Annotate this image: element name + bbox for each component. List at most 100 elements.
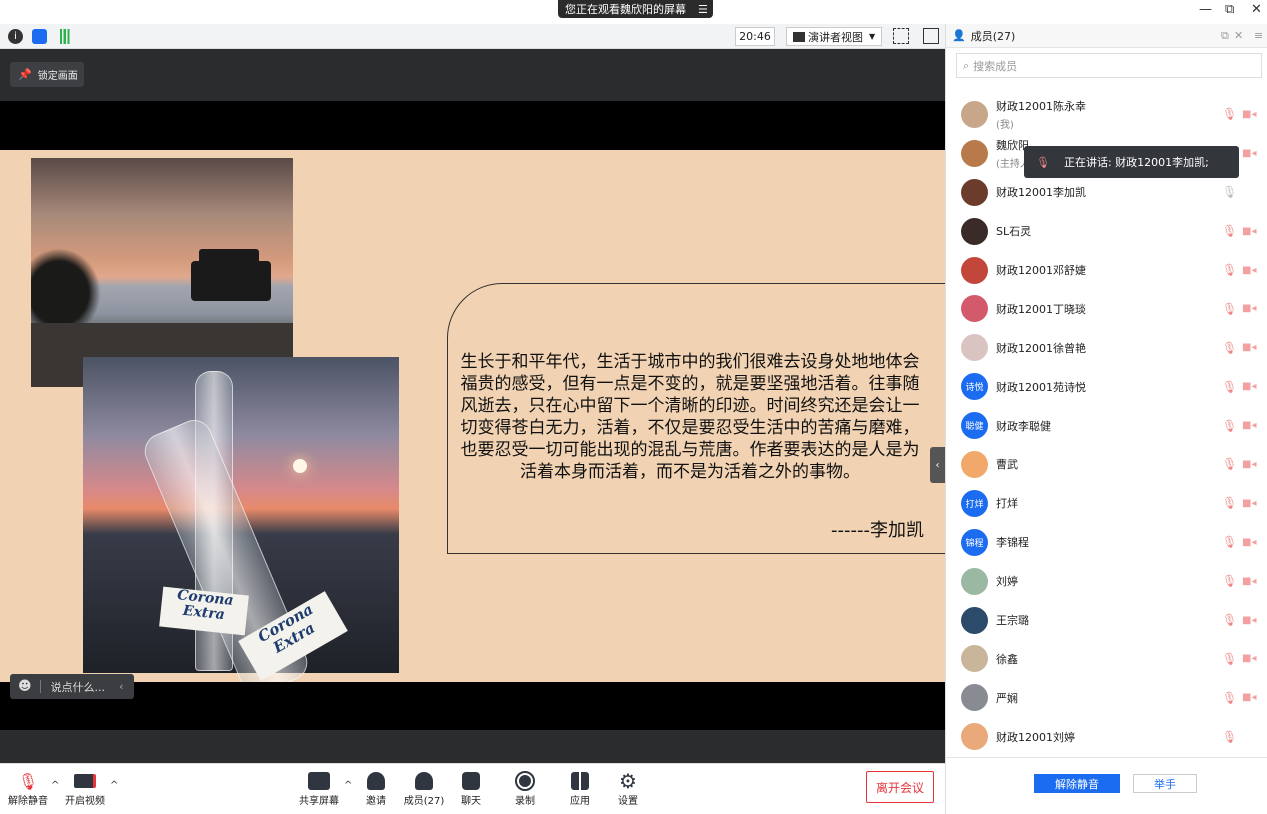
menu-icon[interactable]: ≡ <box>1254 29 1263 42</box>
mic-muted-icon[interactable]: 🎙 <box>1222 302 1237 316</box>
minimize-button[interactable]: — <box>1199 2 1212 17</box>
chat-input-bar[interactable]: ☻ 说点什么... ‹ <box>10 674 134 699</box>
member-row[interactable]: SL石灵 🎙 ■◂ <box>946 212 1267 251</box>
mic-muted-icon[interactable]: 🎙 <box>1222 224 1237 238</box>
fullscreen-icon[interactable] <box>893 28 909 44</box>
camera-off-icon[interactable]: ■◂ <box>1242 615 1256 626</box>
unmute-button[interactable]: 🎙 解除静音 <box>0 770 58 808</box>
avatar <box>961 723 988 751</box>
member-row[interactable]: 财政12001徐曾艳 🎙 ■◂ <box>946 328 1267 367</box>
photo-car-lake <box>31 158 293 387</box>
member-row[interactable]: 曹武 🎙 ■◂ <box>946 445 1267 484</box>
shield-icon[interactable] <box>32 29 47 44</box>
close-button[interactable]: ✕ <box>1251 2 1262 17</box>
unmute-all-button[interactable]: 解除静音 <box>1034 774 1120 793</box>
mic-muted-icon: 🎙 <box>1036 155 1050 169</box>
member-name-block: 财政12001苑诗悦 <box>996 379 1086 395</box>
info-icon[interactable]: i <box>8 29 23 44</box>
mic-muted-icon[interactable]: 🎙 <box>1222 496 1237 510</box>
camera-off-icon[interactable]: ■◂ <box>1242 342 1256 353</box>
avatar <box>961 567 988 595</box>
mic-muted-icon[interactable]: 🎙 <box>1222 613 1237 627</box>
mic-muted-icon[interactable]: 🎙 <box>1222 574 1237 588</box>
mic-muted-icon[interactable]: 🎙 <box>1222 535 1237 549</box>
members-list: 财政12001陈永幸(我)🎙■◂魏欣阳(主持人)🎙■◂财政12001李加凯🎙SL… <box>946 95 1267 756</box>
mic-muted-icon[interactable]: 🎙 <box>1222 263 1237 277</box>
member-name: 曹武 <box>996 458 1018 472</box>
restore-button[interactable]: ⧉ <box>1225 2 1234 17</box>
member-name: 财政12001李加凯 <box>996 186 1086 200</box>
menu-icon[interactable]: ☰ <box>698 3 708 16</box>
share-screen-button[interactable]: 共享屏幕 <box>289 770 349 807</box>
divider <box>39 680 41 693</box>
camera-off-icon[interactable]: ■◂ <box>1242 692 1256 703</box>
bottom-control-bar: 🎙 解除静音 ^ 开启视频 ^ 共享屏幕 ^ 邀请 成员(27) 聊天 录制 应… <box>0 763 945 814</box>
signal-icon[interactable] <box>57 29 72 44</box>
member-row[interactable]: 财政12001刘婷 🎙 <box>946 717 1267 756</box>
member-row[interactable]: 财政12001李加凯 🎙 <box>946 173 1267 212</box>
avatar: 锦程 <box>961 528 988 556</box>
popout-icon[interactable]: ⧉ <box>1221 29 1229 43</box>
camera-off-icon[interactable]: ■◂ <box>1242 459 1256 470</box>
camera-off-icon[interactable]: ■◂ <box>1242 576 1256 587</box>
mic-active-icon[interactable]: 🎙 <box>1222 185 1237 199</box>
chevron-left-icon[interactable]: ‹ <box>119 680 123 693</box>
search-members-input[interactable]: ⌕ 搜索成员 <box>956 53 1262 78</box>
raise-hand-button[interactable]: 举手 <box>1133 774 1197 793</box>
avatar <box>961 450 988 478</box>
member-row[interactable]: 财政12001邓舒婕 🎙 ■◂ <box>946 251 1267 290</box>
member-row[interactable]: 严娴 🎙 ■◂ <box>946 678 1267 717</box>
apps-icon <box>571 770 589 792</box>
record-button[interactable]: 录制 <box>495 770 555 807</box>
leave-meeting-button[interactable]: 离开会议 <box>866 771 934 803</box>
mic-muted-icon[interactable]: 🎙 <box>1222 419 1237 433</box>
member-row[interactable]: 锦程 李锦程 🎙 ■◂ <box>946 523 1267 562</box>
meeting-toolbar: i 20:46 演讲者视图 ▼ <box>0 24 945 49</box>
member-row[interactable]: 财政12001丁晓琰 🎙 ■◂ <box>946 289 1267 328</box>
member-name: 财政12001丁晓琰 <box>996 302 1086 316</box>
mic-muted-icon[interactable]: 🎙 <box>1222 730 1237 744</box>
collapse-panel-button[interactable]: ‹ <box>930 447 945 483</box>
camera-off-icon[interactable]: ■◂ <box>1242 498 1256 509</box>
mic-muted-icon[interactable]: 🎙 <box>1222 457 1237 471</box>
member-row[interactable]: 刘婷 🎙 ■◂ <box>946 562 1267 601</box>
mic-muted-icon[interactable]: 🎙 <box>1222 652 1237 666</box>
view-mode-dropdown[interactable]: 演讲者视图 ▼ <box>786 27 882 46</box>
chevron-up-icon[interactable]: ^ <box>110 780 118 791</box>
member-row[interactable]: 诗悦 财政12001苑诗悦 🎙 ■◂ <box>946 367 1267 406</box>
camera-off-icon[interactable]: ■◂ <box>1242 109 1256 120</box>
camera-off-icon[interactable]: ■◂ <box>1242 226 1256 237</box>
members-panel-header: 👤 成员(27) ⧉ ✕ ≡ <box>946 24 1267 48</box>
lock-view-button[interactable]: 📌 锁定画面 <box>10 62 84 87</box>
camera-off-icon[interactable]: ■◂ <box>1242 420 1256 431</box>
mic-muted-icon[interactable]: 🎙 <box>1222 341 1237 355</box>
mic-muted-icon[interactable]: 🎙 <box>1222 380 1237 394</box>
camera-off-icon[interactable]: ■◂ <box>1242 265 1256 276</box>
chat-input-placeholder[interactable]: 说点什么... <box>51 679 106 695</box>
mic-muted-icon[interactable]: 🎙 <box>1222 691 1237 705</box>
close-icon[interactable]: ✕ <box>1234 29 1243 42</box>
members-label: 成员(27) <box>403 796 445 807</box>
screen-share-indicator[interactable]: 您正在观看魏欣阳的屏幕 ☰ <box>558 0 713 18</box>
mic-muted-icon: 🎙 <box>17 771 39 791</box>
member-row[interactable]: 徐鑫 🎙 ■◂ <box>946 639 1267 678</box>
camera-off-icon[interactable]: ■◂ <box>1242 303 1256 314</box>
mic-muted-icon[interactable]: 🎙 <box>1222 107 1237 121</box>
settings-button[interactable]: ⚙ 设置 <box>598 769 658 807</box>
avatar <box>961 606 988 634</box>
camera-off-icon[interactable]: ■◂ <box>1242 653 1256 664</box>
camera-off-icon[interactable]: ■◂ <box>1242 148 1256 159</box>
member-row[interactable]: 聪健 财政李聪健 🎙 ■◂ <box>946 406 1267 445</box>
emoji-icon[interactable]: ☻ <box>18 679 32 694</box>
person-icon: 👤 <box>952 29 966 42</box>
avatar <box>961 256 988 284</box>
member-row[interactable]: 打烊 打烊 🎙 ■◂ <box>946 484 1267 523</box>
member-row[interactable]: 王宗璐 🎙 ■◂ <box>946 601 1267 640</box>
camera-off-icon[interactable]: ■◂ <box>1242 381 1256 392</box>
chat-button[interactable]: 聊天 <box>441 770 501 807</box>
member-row[interactable]: 财政12001陈永幸 (我) 🎙 ■◂ <box>946 95 1267 134</box>
member-name: 徐鑫 <box>996 652 1018 666</box>
sidebar-toggle-icon[interactable] <box>923 28 939 44</box>
start-video-button[interactable]: 开启视频 <box>55 770 115 807</box>
camera-off-icon[interactable]: ■◂ <box>1242 537 1256 548</box>
